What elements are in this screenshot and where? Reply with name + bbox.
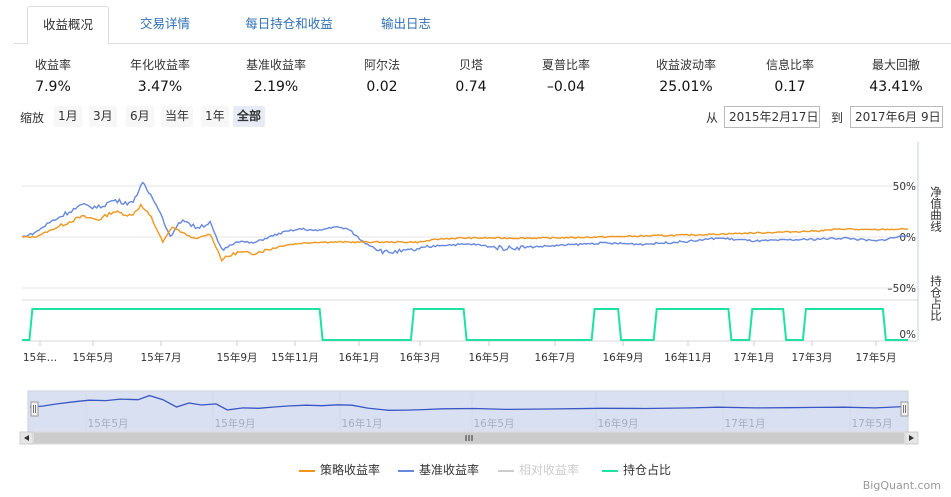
stat-label: 收益率 — [34, 58, 71, 72]
tab-trade-details[interactable]: 交易详情 — [116, 6, 214, 44]
legend-swatch — [299, 469, 315, 472]
y-tick-label: 50% — [893, 181, 916, 193]
series-line-strategy — [21, 202, 909, 262]
stat-label: 贝塔 — [458, 58, 483, 72]
from-date-input[interactable]: 2015年2月17日 — [724, 106, 820, 128]
main-axis-title: 净值曲线 — [929, 185, 943, 232]
navigator-handle-right[interactable] — [900, 401, 909, 417]
tab-output-log[interactable]: 输出日志 — [356, 6, 456, 44]
x-tick-label: 15年7月 — [140, 351, 181, 364]
y-tick-label: –50% — [887, 283, 916, 295]
range-button-ytd[interactable]: 当年 — [161, 106, 194, 127]
navigator-selected-range[interactable] — [28, 391, 908, 432]
performance-stats: 收益率 7.9% 年化收益率 3.47% 基准收益率 2.19% 阿尔法 0.0… — [0, 56, 951, 98]
stat-label: 夏普比率 — [541, 58, 590, 72]
legend-swatch — [602, 469, 618, 472]
position-step-line — [22, 308, 908, 341]
legend-swatch — [398, 469, 414, 472]
to-date-input[interactable]: 2017年6月 9日 — [850, 106, 943, 128]
tab-overview[interactable]: 收益概况 — [27, 6, 109, 45]
performance-chart: 50%0%–50% 净值曲线 0% 持仓占比 15年… 15年5月 15年7月 15年… — [19, 142, 943, 445]
stat-return: 收益率 7.9% — [17, 56, 89, 95]
navigator-handle-left[interactable] — [30, 401, 39, 417]
stat-annual-return: 年化收益率 3.47% — [110, 56, 210, 95]
stat-label: 最大回撤 — [871, 58, 920, 72]
scrollbar-right-arrow[interactable] — [904, 431, 919, 445]
stat-value: 0.17 — [774, 79, 806, 95]
stat-label: 年化收益率 — [129, 58, 190, 72]
x-tick-label: 17年5月 — [855, 351, 896, 364]
stat-max-drawdown: 最大回撤 43.41% — [856, 56, 936, 95]
legend-item-strategy[interactable]: 策略收益率 — [299, 461, 380, 478]
legend-label: 相对收益率 — [519, 463, 580, 477]
stat-info-ratio: 信息比率 0.17 — [750, 56, 830, 95]
stat-value: 43.41% — [869, 79, 923, 95]
x-tick-label: 17年1月 — [733, 351, 774, 364]
x-axis-ticks: 15年… 15年5月 15年7月 15年9月 15年11月 16年1月 16年3月 16年5月… — [23, 341, 897, 364]
stat-alpha: 阿尔法 0.02 — [347, 56, 417, 95]
stat-value: 7.9% — [35, 79, 71, 95]
range-button-1y[interactable]: 1年 — [201, 106, 229, 127]
scrollbar-left-arrow[interactable] — [19, 431, 34, 445]
stat-value: 0.74 — [455, 79, 487, 95]
legend-item-benchmark[interactable]: 基准收益率 — [398, 461, 479, 478]
y-tick-label: 0% — [899, 232, 916, 244]
stat-volatility: 收益波动率 25.01% — [636, 56, 736, 95]
legend-swatch — [498, 469, 514, 472]
stat-value: 2.19% — [253, 79, 299, 95]
return-series — [21, 181, 909, 262]
to-label: 到 — [831, 111, 844, 125]
legend-label: 策略收益率 — [320, 463, 381, 477]
tab-bar: 收益概况 交易详情 每日持仓和收益 输出日志 — [14, 6, 951, 45]
range-button-3m[interactable]: 3月 — [89, 106, 117, 127]
x-tick-label: 15年5月 — [72, 351, 113, 364]
stat-value: –0.04 — [546, 79, 586, 95]
x-tick-label: 17年3月 — [791, 351, 832, 364]
x-tick-label: 16年3月 — [399, 351, 440, 364]
series-line-benchmark — [21, 181, 909, 256]
x-tick-label: 16年5月 — [468, 351, 509, 364]
stat-label: 信息比率 — [765, 58, 814, 72]
x-tick-label: 15年… — [23, 351, 57, 364]
x-tick-label: 16年11月 — [664, 351, 712, 364]
legend-item-position[interactable]: 持仓占比 — [602, 461, 671, 478]
x-tick-label: 16年1月 — [338, 351, 379, 364]
position-series — [22, 308, 908, 341]
position-axis-title: 持仓占比 — [929, 274, 943, 322]
legend-label: 基准收益率 — [419, 463, 480, 477]
range-button-1m[interactable]: 1月 — [54, 106, 82, 127]
zoom-label: 缩放 — [20, 111, 45, 125]
legend-item-relative[interactable]: 相对收益率 — [498, 461, 579, 478]
stat-value: 25.01% — [659, 79, 713, 95]
chart-credit[interactable]: BigQuant.com — [863, 479, 941, 492]
stat-label: 阿尔法 — [363, 58, 400, 72]
stat-beta: 贝塔 0.74 — [436, 56, 506, 95]
x-tick-label: 15年9月 — [216, 351, 257, 364]
x-tick-label: 16年9月 — [602, 351, 643, 364]
range-button-all[interactable]: 全部 — [233, 106, 266, 127]
stat-value: 0.02 — [366, 79, 398, 95]
x-tick-label: 16年7月 — [534, 351, 575, 364]
stat-sharpe: 夏普比率 –0.04 — [526, 56, 606, 95]
from-label: 从 — [706, 111, 719, 125]
stat-label: 收益波动率 — [655, 58, 716, 72]
stat-value: 3.47% — [137, 79, 183, 95]
range-button-6m[interactable]: 6月 — [126, 106, 154, 127]
x-tick-label: 15年11月 — [271, 351, 319, 364]
stat-benchmark-return: 基准收益率 2.19% — [226, 56, 326, 95]
legend-label: 持仓占比 — [623, 463, 672, 477]
tab-daily-positions[interactable]: 每日持仓和收益 — [222, 6, 356, 44]
stat-label: 基准收益率 — [245, 58, 306, 72]
